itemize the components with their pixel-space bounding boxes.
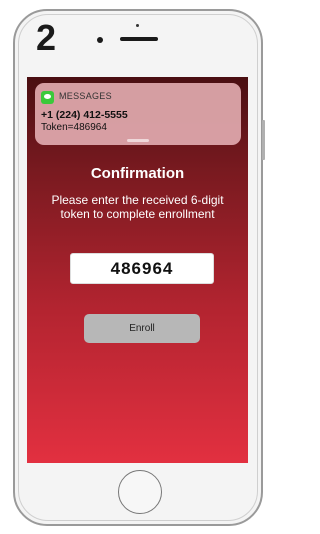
notification-sender: +1 (224) 412-5555 (41, 109, 128, 121)
sms-notification[interactable]: MESSAGES +1 (224) 412-5555 Token=486964 (35, 83, 241, 145)
proximity-sensor (136, 24, 139, 27)
speaker-grille (120, 37, 158, 41)
page-title: Confirmation (90, 165, 185, 182)
messages-icon (41, 91, 54, 104)
phone-screen: MESSAGES +1 (224) 412-5555 Token=486964 … (27, 77, 248, 463)
step-number: 2 (36, 17, 57, 58)
notification-app-name: MESSAGES (59, 91, 112, 101)
notification-grabber (127, 139, 149, 142)
notification-body: Token=486964 (41, 122, 107, 133)
home-button[interactable] (118, 470, 162, 514)
power-button (262, 120, 265, 160)
token-input[interactable]: 486964 (70, 253, 214, 284)
front-camera-icon (97, 37, 103, 43)
instruction-text: Please enter the received 6-digit token … (51, 193, 224, 221)
enroll-button[interactable]: Enroll (84, 314, 200, 343)
